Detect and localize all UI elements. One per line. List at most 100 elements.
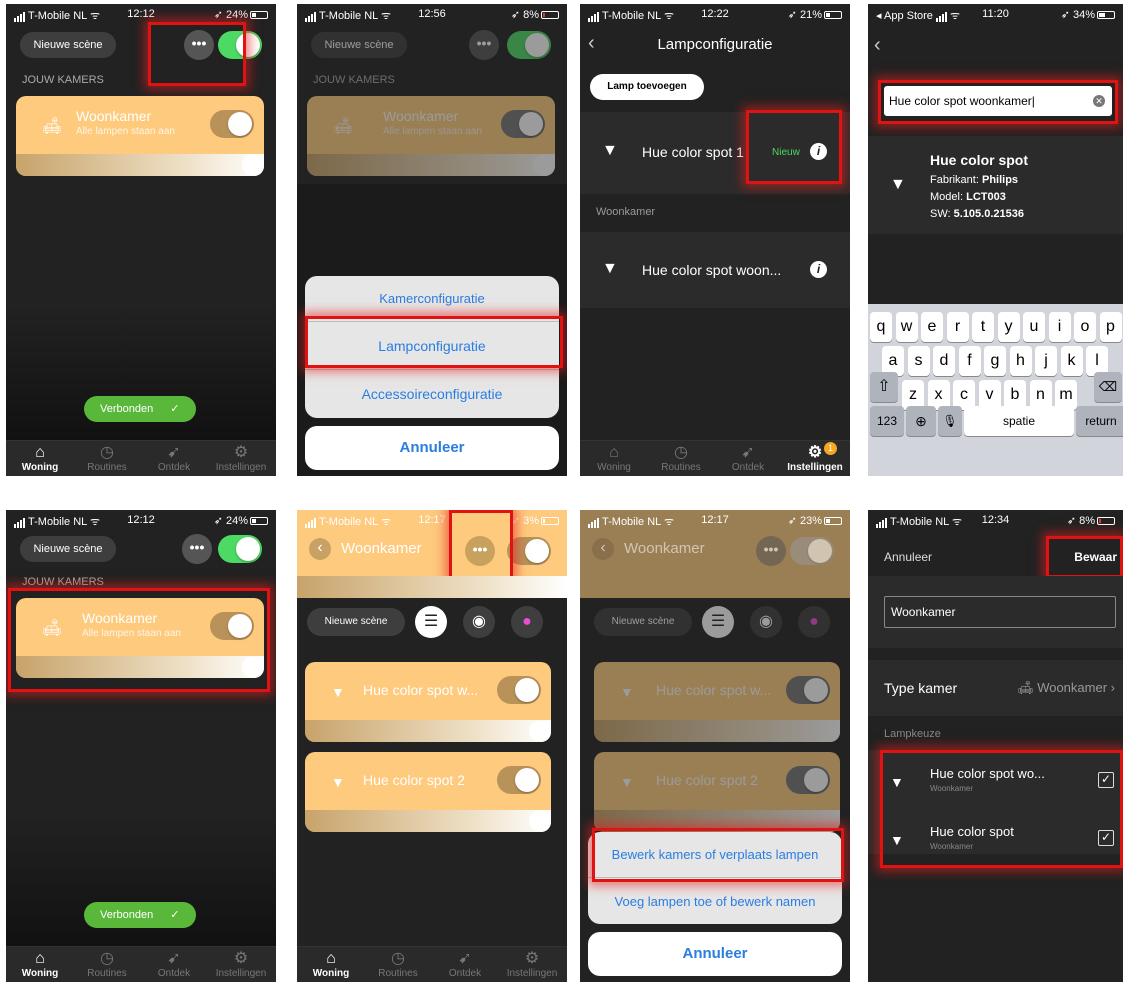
list-icon[interactable]: ☰ [702,606,734,638]
lamp-toggle[interactable] [497,766,541,794]
lamp-card[interactable]: ▼ Hue color spot 2 [305,752,551,832]
key-return[interactable]: return [1076,406,1123,436]
color-picker-icon[interactable]: ● [511,606,543,638]
room-toggle[interactable] [507,537,551,565]
palette-icon[interactable]: ◉ [750,606,782,638]
key-i[interactable]: i [1048,312,1071,342]
color-picker-icon[interactable]: ● [798,606,830,638]
tab-ontdek[interactable]: ➹ Ontdek [140,444,208,473]
search-result[interactable]: ▼ Hue color spot Fabrikant: Philips Mode… [868,136,1123,234]
key-k[interactable]: k [1060,346,1083,376]
back-icon[interactable]: ‹ [309,538,331,560]
tab-instellingen[interactable]: ⚙ Instellingen [207,950,275,979]
palette-icon[interactable]: ◉ [463,606,495,638]
room-card[interactable]: 🛋 Woonkamer Alle lampen staan aan [16,96,264,176]
room-toggle[interactable] [501,110,545,138]
brightness-slider[interactable] [307,154,555,176]
cancel-button[interactable]: Annuleer [305,426,559,470]
more-button[interactable]: ••• [182,534,212,564]
all-lights-toggle[interactable] [218,535,262,563]
menu-item-add-lamps[interactable]: Voeg lampen toe of bewerk namen [588,879,842,924]
sofa-icon: 🛋 [1017,680,1034,695]
more-button[interactable]: ••• [756,536,786,566]
delete-icon[interactable]: ⌫ [1094,372,1122,402]
lamp-row[interactable]: ▼ Hue color spot woon... i [580,232,850,308]
add-lamp-button[interactable]: Lamp toevoegen [590,74,704,100]
more-button[interactable]: ••• [469,30,499,60]
tab-instellingen[interactable]: ⚙ Instellingen [498,950,566,979]
check-icon: ✓ [170,403,180,415]
brightness-slider[interactable] [297,576,567,598]
shift-icon[interactable]: ⇧ [870,372,898,402]
tab-routines[interactable]: ◷ Routines [73,444,141,473]
key-o[interactable]: o [1074,312,1096,342]
new-scene-button[interactable]: Nieuwe scène [307,608,405,636]
brightness-slider[interactable] [305,720,551,742]
all-lights-toggle[interactable] [507,31,551,59]
tab-routines[interactable]: ◷ Routines [73,950,141,979]
tab-ontdek[interactable]: ➹ Ontdek [431,950,499,979]
tab-woning[interactable]: ⌂ Woning [6,950,74,979]
tab-ontdek[interactable]: ➹ Ontdek [714,444,782,473]
check-icon: ✓ [170,909,180,921]
room-card[interactable]: 🛋 Woonkamer Alle lampen staan aan [307,96,555,176]
lamp-card[interactable]: ▼ Hue color spot w... [305,662,551,742]
list-icon[interactable]: ☰ [415,606,447,638]
lamp-card[interactable]: ▼ Hue color spot w... [594,662,840,742]
tab-instellingen[interactable]: ⚙ Instellingen [207,444,275,473]
tab-woning[interactable]: ⌂ Woning [297,950,365,979]
lamp-toggle[interactable] [786,766,830,794]
key-u[interactable]: u [1023,312,1045,342]
cancel-button[interactable]: Annuleer [884,550,932,564]
room-type-row[interactable]: Type kamer 🛋 Woonkamer › [868,660,1123,716]
menu-item-accessoireconfiguratie[interactable]: Accessoireconfiguratie [305,371,559,417]
back-icon[interactable]: ‹ [874,34,881,57]
key-y[interactable]: y [997,312,1020,342]
key-q[interactable]: q [870,312,892,342]
key-w[interactable]: w [895,312,918,342]
highlight-box [878,80,1118,124]
key-h[interactable]: h [1009,346,1032,376]
globe-icon[interactable]: ⊕ [906,406,936,436]
tab-woning[interactable]: ⌂ Woning [6,444,74,473]
back-icon[interactable]: ‹ [592,538,614,560]
mic-icon[interactable]: 🎙 [938,406,962,436]
key-space[interactable]: spatie [964,406,1074,436]
tab-routines[interactable]: ◷ Routines [364,950,432,979]
key-numbers[interactable]: 123 [870,406,904,436]
key-t[interactable]: t [972,312,994,342]
tab-ontdek[interactable]: ➹ Ontdek [140,950,208,979]
home-icon: ⌂ [35,444,45,461]
location-icon: ➶ [213,9,223,21]
brightness-slider[interactable] [305,810,551,832]
cancel-button[interactable]: Annuleer [588,932,842,976]
location-icon: ➶ [510,9,521,21]
key-d[interactable]: d [933,346,955,376]
highlight-box [880,750,1123,868]
new-scene-button[interactable]: Nieuwe scène [20,32,116,58]
new-scene-button[interactable]: Nieuwe scène [311,32,407,58]
lamp-toggle[interactable] [786,676,830,704]
lamp-card[interactable]: ▼ Hue color spot 2 [594,752,840,832]
key-r[interactable]: r [946,312,969,342]
key-j[interactable]: j [1035,346,1057,376]
room-name-field[interactable]: Woonkamer [884,596,1116,628]
slider-knob[interactable] [242,155,262,175]
lamp-toggle[interactable] [497,676,541,704]
key-p[interactable]: p [1099,312,1122,342]
brightness-slider[interactable] [16,154,264,176]
spot-lamp-icon: ▼ [331,774,345,790]
new-scene-button[interactable]: Nieuwe scène [20,536,116,562]
info-icon[interactable]: i [810,261,827,278]
tab-routines[interactable]: ◷ Routines [647,444,715,473]
key-f[interactable]: f [958,346,981,376]
key-e[interactable]: e [921,312,943,342]
tab-woning[interactable]: ⌂ Woning [580,444,648,473]
room-toggle[interactable] [210,110,254,138]
tab-instellingen[interactable]: ⚙ Instellingen [781,444,849,473]
room-toggle[interactable] [790,537,834,565]
highlight-box [1046,536,1123,578]
key-s[interactable]: s [907,346,930,376]
key-g[interactable]: g [984,346,1006,376]
new-scene-button[interactable]: Nieuwe scène [594,608,692,636]
